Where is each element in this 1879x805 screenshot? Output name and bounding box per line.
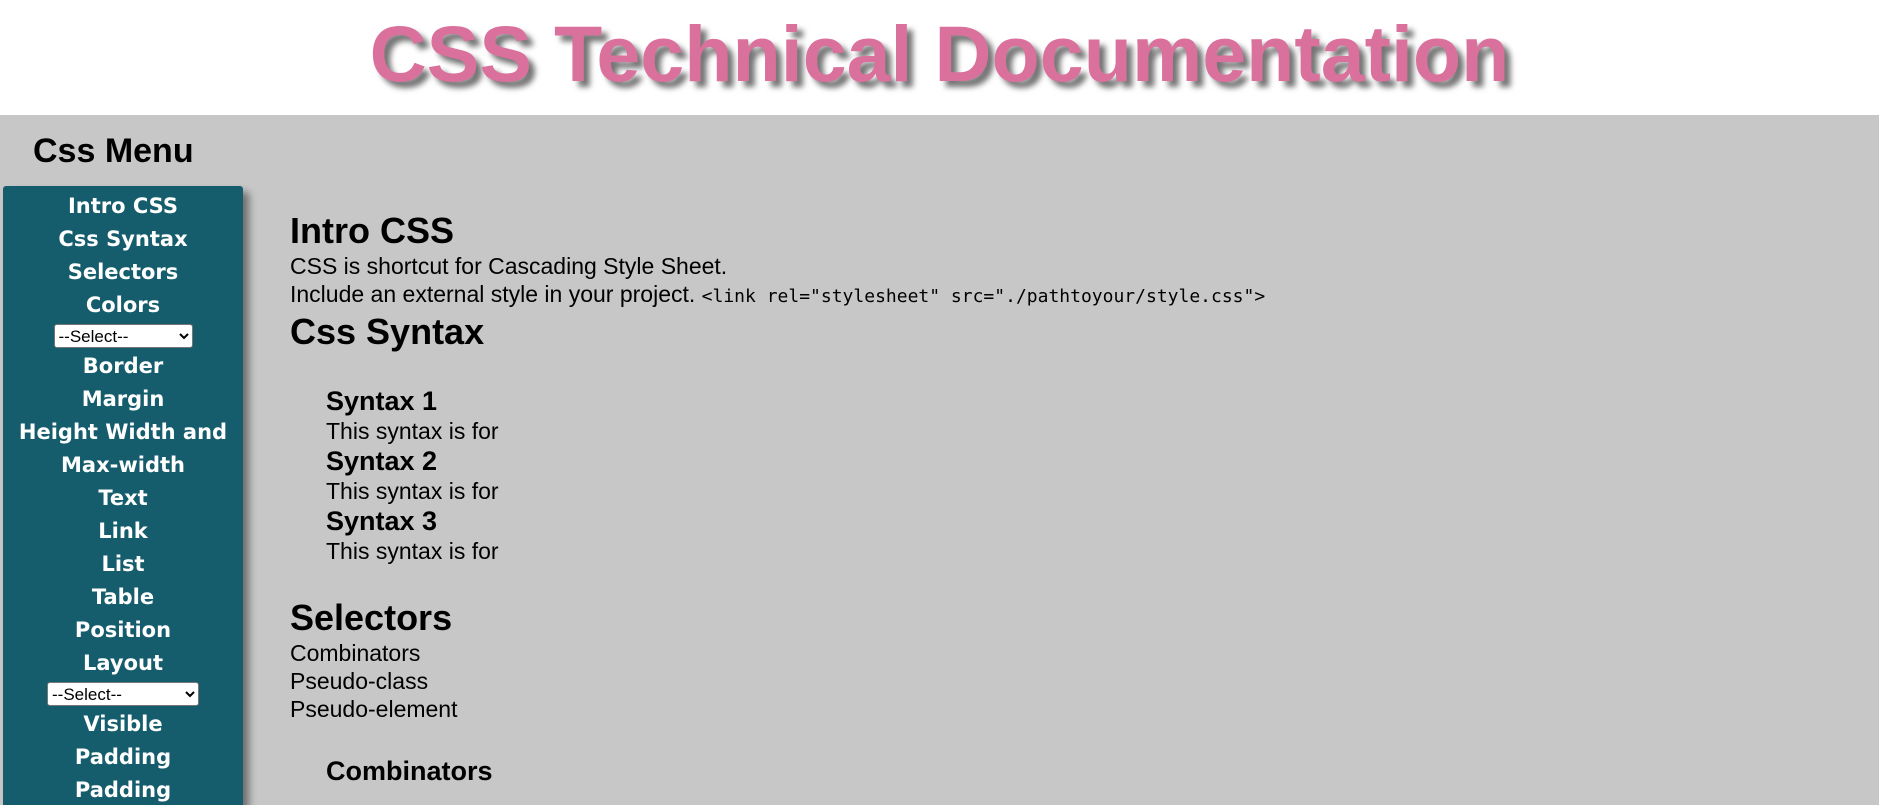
syntax-text: This syntax is for [326,538,499,564]
nav-link-text[interactable]: Text [3,482,243,515]
nav-link-link[interactable]: Link [3,515,243,548]
nav-link-padding-2[interactable]: Padding [3,774,243,805]
syntax-text: This syntax is for [326,478,499,504]
nav-link-table[interactable]: Table [3,581,243,614]
sidebar-nav: Intro CSS Css Syntax Selectors Colors --… [3,186,243,805]
nav-link-max-width[interactable]: Max-width [3,449,243,482]
syntax-list: Syntax 1 This syntax is for Syntax 2 Thi… [290,385,1850,565]
nav-link-border[interactable]: Border [3,350,243,383]
paragraph: Include an external style in your projec… [290,280,1850,311]
combinators-block: Combinators [290,755,1850,787]
nav-link-css-syntax[interactable]: Css Syntax [3,223,243,256]
section-heading: Intro CSS [290,210,455,251]
sub-heading: Combinators [326,756,493,786]
intro-css-section: Intro CSS CSS is shortcut for Cascading … [290,210,1850,311]
site-title: CSS Technical Documentation [369,9,1510,98]
list-item: Pseudo-class [290,668,429,694]
page-header: CSS Technical Documentation [0,0,1879,115]
paragraph: CSS is shortcut for Cascading Style Shee… [290,253,728,279]
layout-select[interactable]: --Select-- [47,682,199,706]
nav-link-padding[interactable]: Padding [3,741,243,774]
menu-title: Css Menu [33,132,194,170]
nav-link-margin[interactable]: Margin [3,383,243,416]
section-heading: Css Syntax [290,311,485,352]
nav-link-selectors[interactable]: Selectors [3,256,243,289]
nav-link-colors[interactable]: Colors [3,289,243,322]
nav-link-list[interactable]: List [3,548,243,581]
select-wrapper: --Select-- [3,322,243,350]
nav-link-intro-css[interactable]: Intro CSS [3,190,243,223]
nav-link-visible[interactable]: Visible [3,708,243,741]
css-syntax-section: Css Syntax Syntax 1 This syntax is for S… [290,311,1850,565]
syntax-heading: Syntax 1 [326,386,438,416]
list-item: Combinators [290,640,421,666]
selectors-section: Selectors Combinators Pseudo-class Pseud… [290,597,1850,787]
nav-link-position[interactable]: Position [3,614,243,647]
list-item: Pseudo-element [290,696,458,722]
section-heading: Selectors [290,597,453,638]
nav-link-height-width[interactable]: Height Width and [3,416,243,449]
syntax-text: This syntax is for [326,418,499,444]
syntax-heading: Syntax 2 [326,446,438,476]
main-content: Intro CSS CSS is shortcut for Cascading … [290,210,1850,787]
select-wrapper: --Select-- [3,680,243,708]
syntax-heading: Syntax 3 [326,506,438,536]
code-snippet: <link rel="stylesheet" src="./pathtoyour… [701,286,1266,307]
paragraph-text: Include an external style in your projec… [290,281,696,307]
colors-select[interactable]: --Select-- [53,324,193,348]
nav-link-layout[interactable]: Layout [3,647,243,680]
